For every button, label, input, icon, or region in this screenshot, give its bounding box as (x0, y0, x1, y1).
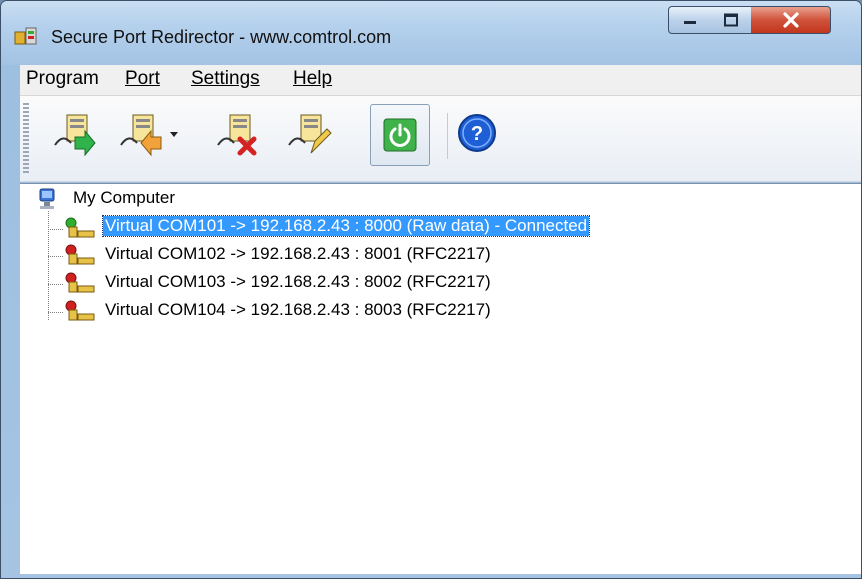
tree-line (48, 229, 63, 230)
toolbar-separator (447, 113, 448, 159)
port-disconnected-icon (65, 300, 95, 321)
power-button[interactable] (370, 104, 430, 166)
tree-line (48, 284, 63, 285)
maximize-icon (723, 13, 738, 27)
maximize-button[interactable] (710, 6, 752, 34)
tree-line (48, 256, 63, 257)
menu-help[interactable]: Help (293, 68, 332, 90)
close-button[interactable] (751, 6, 831, 34)
port-item-com101[interactable]: Virtual COM101 -> 192.168.2.43 : 8000 (R… (101, 215, 591, 237)
computer-icon (39, 188, 55, 209)
minimize-button[interactable] (668, 6, 711, 34)
help-icon[interactable]: ? (457, 113, 497, 153)
port-item-com103[interactable]: Virtual COM103 -> 192.168.2.43 : 8002 (R… (105, 272, 491, 292)
add-port-icon[interactable] (51, 111, 99, 159)
power-icon (383, 118, 417, 152)
delete-port-icon[interactable] (214, 111, 262, 159)
tree-line (48, 211, 49, 320)
svg-text:?: ? (471, 123, 483, 145)
menu-port[interactable]: Port (125, 68, 160, 90)
port-item-com102[interactable]: Virtual COM102 -> 192.168.2.43 : 8001 (R… (105, 244, 491, 264)
port-disconnected-icon (65, 272, 95, 293)
port-connected-icon (65, 217, 95, 238)
tree-line (48, 312, 63, 313)
app-icon (14, 27, 37, 45)
close-icon (782, 12, 799, 28)
minimize-icon (683, 21, 696, 24)
port-item-com104[interactable]: Virtual COM104 -> 192.168.2.43 : 8003 (R… (105, 300, 491, 320)
window-title: Secure Port Redirector - www.comtrol.com (51, 27, 392, 47)
toolbar-grip[interactable] (23, 103, 29, 173)
edit-port-icon[interactable] (285, 111, 333, 159)
remove-port-icon[interactable] (117, 111, 165, 159)
dropdown-arrow-icon[interactable] (169, 131, 179, 139)
menu-settings[interactable]: Settings (191, 68, 260, 90)
app-window: Secure Port Redirector - www.comtrol.com… (0, 0, 862, 579)
port-tree[interactable] (20, 183, 861, 574)
menu-program[interactable]: Program (26, 68, 99, 90)
tree-root-my-computer[interactable]: My Computer (73, 188, 175, 208)
title-bar[interactable]: Secure Port Redirector - www.comtrol.com (1, 1, 861, 65)
menu-bar: Program Port Settings Help (20, 65, 861, 96)
port-disconnected-icon (65, 244, 95, 265)
